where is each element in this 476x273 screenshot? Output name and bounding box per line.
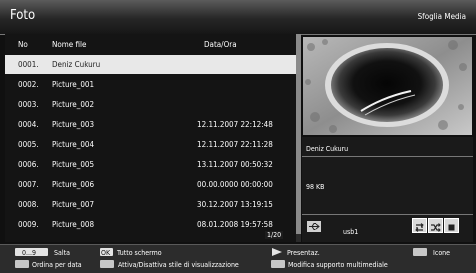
- preview-filesize: 98 KB: [306, 183, 325, 191]
- icons-label: Icone: [433, 249, 451, 257]
- page-indicator: 1/20: [265, 231, 284, 239]
- blue-key-badge: [413, 248, 427, 256]
- file-row[interactable]: 0007. Picture_006 00.00.0000 00:00:00: [5, 175, 296, 194]
- change-media-label: Modifica supporto multimediale: [288, 261, 388, 269]
- file-row[interactable]: 0005. Picture_004 12.11.2007 22:11:28: [5, 135, 296, 154]
- footer-legend: 0...9 Salta OK Tutto schermo Presentaz. …: [0, 244, 476, 273]
- media-browser-label: Sfoglia Media: [417, 12, 466, 21]
- sort-by-date-label: Ordina per data: [32, 261, 82, 269]
- column-header-no: No: [18, 40, 28, 49]
- row-number: 0006.: [18, 160, 39, 169]
- scrollbar-thumb[interactable]: [296, 34, 301, 234]
- usb-icon: [307, 221, 321, 232]
- file-row[interactable]: 0009. Picture_008 08.01.2008 19:57:58: [5, 215, 296, 234]
- row-datetime: 00.00.0000 00:00:00: [197, 180, 273, 189]
- green-key-badge: [100, 260, 114, 268]
- yellow-key-badge: [271, 260, 285, 268]
- number-keys-label: 0...9: [22, 249, 37, 257]
- fullscreen-label: Tutto schermo: [117, 249, 162, 257]
- row-filename: Picture_001: [52, 80, 95, 89]
- toggle-view-style-label: Attiva/Disattiva stile di visualizzazion…: [118, 261, 239, 269]
- row-filename: Deniz Cukuru: [52, 60, 101, 69]
- device-label: usb1: [343, 228, 359, 236]
- loop-icon[interactable]: [412, 218, 427, 233]
- row-datetime: 12.11.2007 22:11:28: [197, 140, 273, 149]
- file-row[interactable]: 0006. Picture_005 13.11.2007 00:50:32: [5, 155, 296, 174]
- slideshow-label: Presentaz.: [287, 249, 320, 257]
- row-number: 0004.: [18, 120, 39, 129]
- row-datetime: 12.11.2007 22:12:48: [197, 120, 273, 129]
- page-title: Foto: [10, 8, 36, 23]
- row-datetime: 30.12.2007 13:19:15: [197, 200, 273, 209]
- header-bar: Foto Sfoglia Media: [0, 0, 476, 35]
- file-row[interactable]: 0001. Deniz Cukuru: [5, 55, 296, 74]
- jump-label: Salta: [54, 249, 70, 257]
- play-icon: [272, 248, 282, 256]
- file-row[interactable]: 0002. Picture_001: [5, 75, 296, 94]
- row-filename: Picture_008: [52, 220, 95, 229]
- row-number: 0005.: [18, 140, 39, 149]
- shuffle-icon[interactable]: [428, 218, 443, 233]
- file-row[interactable]: 0004. Picture_003 12.11.2007 22:12:48: [5, 115, 296, 134]
- preview-image: [303, 37, 472, 135]
- row-number: 0009.: [18, 220, 39, 229]
- photo-preview: [303, 37, 472, 135]
- row-filename: Picture_003: [52, 120, 95, 129]
- stop-icon[interactable]: [444, 218, 459, 233]
- row-filename: Picture_007: [52, 200, 95, 209]
- row-datetime: 13.11.2007 00:50:32: [197, 160, 273, 169]
- row-filename: Picture_004: [52, 140, 95, 149]
- row-filename: Picture_006: [52, 180, 95, 189]
- row-datetime: 08.01.2008 19:57:58: [197, 220, 273, 229]
- row-number: 0002.: [18, 80, 39, 89]
- row-filename: Picture_002: [52, 100, 95, 109]
- preview-filename: Deniz Cukuru: [306, 145, 349, 153]
- info-divider: [302, 156, 473, 157]
- file-row[interactable]: 0008. Picture_007 30.12.2007 13:19:15: [5, 195, 296, 214]
- info-divider: [302, 214, 473, 215]
- file-row[interactable]: 0003. Picture_002: [5, 95, 296, 114]
- row-filename: Picture_005: [52, 160, 95, 169]
- row-number: 0008.: [18, 200, 39, 209]
- media-browser-window: Foto Sfoglia Media No Nome file Data/Ora…: [0, 0, 476, 273]
- row-number: 0003.: [18, 100, 39, 109]
- red-key-badge: [15, 260, 29, 268]
- list-scrollbar[interactable]: [296, 34, 301, 242]
- ok-key-label: OK: [101, 249, 111, 257]
- row-number: 0007.: [18, 180, 39, 189]
- column-header-name: Nome file: [52, 40, 87, 49]
- row-number: 0001.: [18, 60, 39, 69]
- column-header-date: Data/Ora: [204, 40, 237, 49]
